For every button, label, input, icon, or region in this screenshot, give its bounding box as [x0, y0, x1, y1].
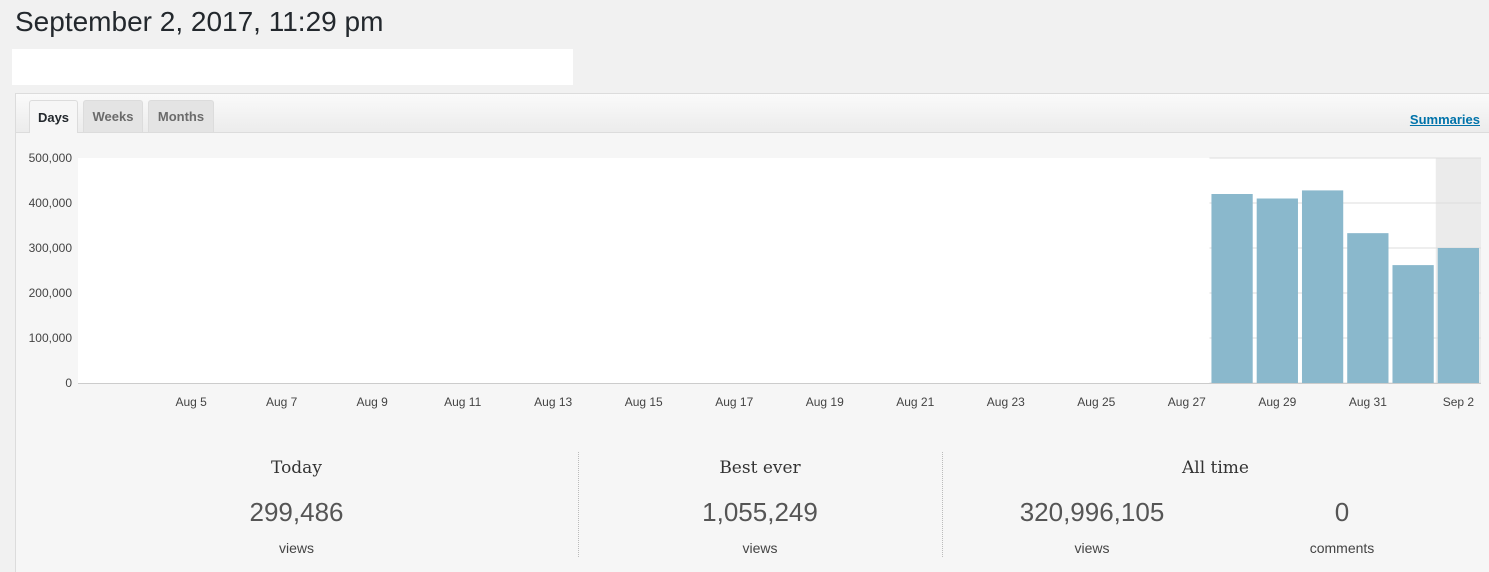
- stat-all-time: All time 320,996,105 views 0 comments: [942, 458, 1489, 558]
- x-tick-label: Aug 25: [1077, 395, 1115, 409]
- x-tick-label: Aug 23: [987, 395, 1025, 409]
- x-tick-label: Aug 31: [1349, 395, 1387, 409]
- stat-today-heading: Today: [271, 458, 322, 478]
- y-tick-label: 0: [65, 376, 72, 390]
- chart-bar[interactable]: [1392, 265, 1434, 383]
- x-tick-label: Aug 29: [1258, 395, 1296, 409]
- stat-today-value: 299,486: [249, 497, 344, 527]
- y-tick-label: 200,000: [29, 286, 73, 300]
- views-chart: 0 100,000 200,000 300,000 400,000 500,000 Aug…: [29, 151, 1481, 409]
- x-tick-label: Aug 27: [1168, 395, 1206, 409]
- stat-all-time-comments-unit: comments: [1309, 540, 1375, 556]
- x-tick-label: Aug 15: [625, 395, 663, 409]
- chart-bar[interactable]: [1347, 233, 1389, 383]
- x-tick-label: Aug 11: [444, 395, 481, 409]
- chart-bar[interactable]: [1256, 198, 1298, 384]
- stat-all-time-comments-value: 0: [1334, 497, 1350, 527]
- x-tick-label: Aug 5: [175, 395, 207, 409]
- stat-all-time-heading: All time: [1181, 458, 1249, 478]
- stat-best-ever-heading: Best ever: [719, 458, 801, 478]
- y-tick-label: 100,000: [29, 331, 73, 345]
- x-tick-label: Aug 9: [356, 395, 388, 409]
- y-tick-label: 500,000: [29, 151, 73, 165]
- x-tick-label: Aug 13: [534, 395, 572, 409]
- y-tick-label: 400,000: [29, 196, 73, 210]
- chart-y-axis: 0 100,000 200,000 300,000 400,000 500,000: [29, 151, 73, 390]
- x-tick-label: Aug 21: [896, 395, 934, 409]
- x-tick-label: Aug 7: [266, 395, 298, 409]
- x-tick-label: Aug 17: [715, 395, 753, 409]
- x-tick-label: Sep 2: [1443, 395, 1475, 409]
- chart-bar[interactable]: [1437, 248, 1479, 383]
- stat-today-unit: views: [278, 540, 314, 556]
- y-tick-label: 300,000: [29, 241, 73, 255]
- stat-today: Today 299,486 views: [15, 458, 578, 558]
- chart-x-axis: Aug 5 Aug 7 Aug 9 Aug 11 Aug 13 Aug 15 Aug 17 A…: [78, 383, 1481, 409]
- chart-bar[interactable]: [1301, 190, 1344, 383]
- chart-bar[interactable]: [1211, 194, 1253, 383]
- x-tick-label: Aug 19: [806, 395, 844, 409]
